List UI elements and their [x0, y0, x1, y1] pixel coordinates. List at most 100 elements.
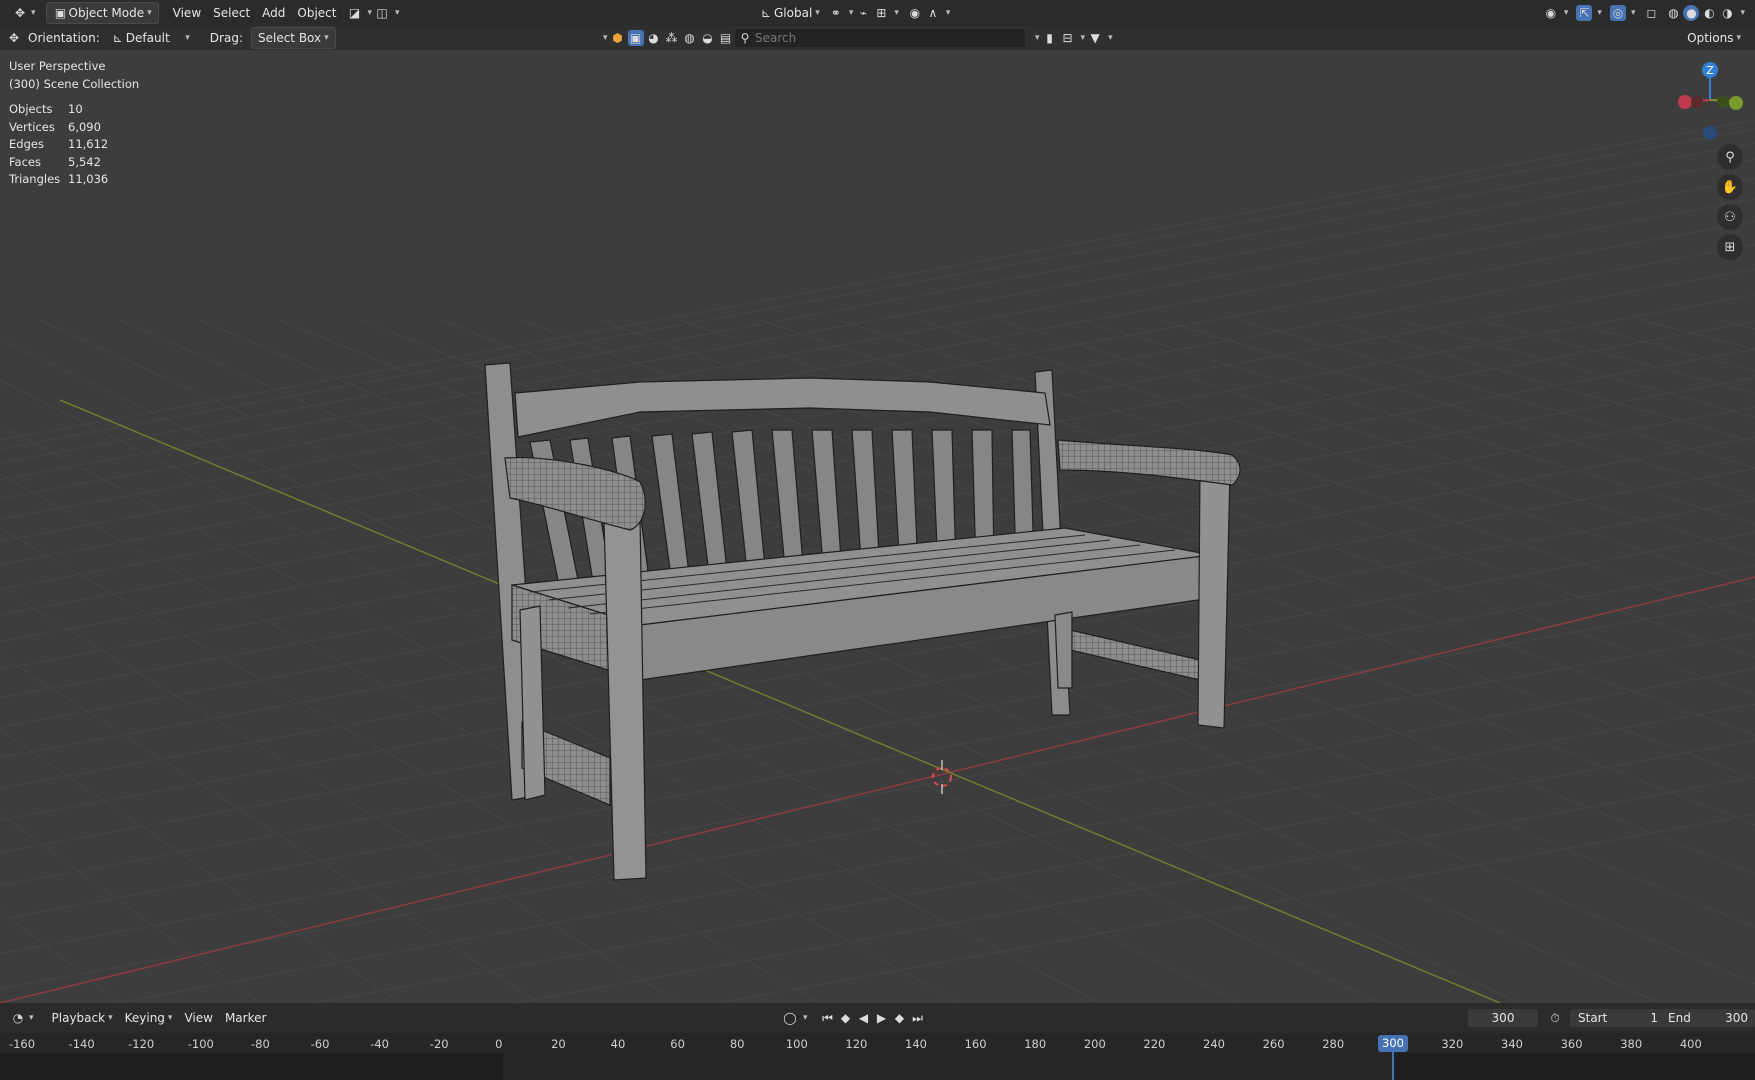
search-options-icon[interactable]: ▾ — [1035, 33, 1040, 43]
viewport-info-overlay: User Perspective (300) Scene Collection … — [9, 58, 139, 189]
xray-icon[interactable]: ◻ — [1643, 5, 1659, 21]
current-frame-field[interactable]: 300 — [1468, 1009, 1538, 1027]
grid-projection-icon[interactable]: ⊞ — [1717, 234, 1743, 260]
mode-dropdown[interactable]: ▣ Object Mode ▾ — [45, 2, 159, 24]
bookmark-icon[interactable]: ▮ — [1042, 30, 1058, 46]
transform-tool-icon[interactable]: ✥ — [6, 30, 22, 46]
stopwatch-icon[interactable]: ⏱ — [1547, 1010, 1563, 1026]
menu-object[interactable]: Object — [291, 3, 342, 23]
neg-z-handle[interactable] — [1703, 126, 1717, 140]
options-dropdown[interactable]: Options ▾ — [1681, 28, 1747, 48]
gizmo-toggle-icon[interactable]: ⇱ — [1576, 5, 1593, 21]
proportional-edit-icon[interactable]: ◉ — [907, 5, 923, 21]
world-icon[interactable]: ◍ — [682, 30, 698, 46]
playhead-line[interactable] — [1392, 1050, 1394, 1080]
menu-add[interactable]: Add — [256, 3, 291, 23]
orientation-axes-icon: ⊾ — [760, 6, 772, 20]
particles-icon[interactable]: ⁂ — [664, 30, 680, 46]
stat-row: Vertices 6,090 — [9, 119, 139, 137]
stat-label: Faces — [9, 154, 41, 169]
start-value: 1 — [1650, 1011, 1658, 1025]
ruler-tick-label: -160 — [8, 1037, 36, 1051]
scene-statistics: Objects 10 Vertices 6,090 Edges 11,612 Faces 5,… — [9, 101, 139, 189]
mirror-icon[interactable]: ◫ — [374, 5, 390, 21]
end-value: 300 — [1725, 1011, 1748, 1025]
search-field[interactable]: ⚲ — [735, 29, 1025, 47]
overlays-icon[interactable]: ◎ — [1609, 5, 1626, 21]
ruler-tick-label: 40 — [610, 1037, 626, 1051]
viewport-canvas[interactable] — [0, 50, 1755, 1003]
menu-playback[interactable]: Playback ▾ — [46, 1008, 119, 1028]
orientation-value: Default — [125, 31, 170, 45]
camera-icon[interactable]: ⚇ — [1717, 204, 1743, 230]
solid-shading-icon[interactable]: ● — [1683, 5, 1700, 21]
clock-editor-icon[interactable]: ◔ — [10, 1010, 26, 1026]
render-layer-icon[interactable]: ▤ — [718, 30, 734, 46]
ruler-tick-label: -140 — [68, 1037, 95, 1051]
ruler-tick-label: 280 — [1322, 1037, 1345, 1051]
menu-view[interactable]: View — [167, 3, 207, 23]
x-axis-handle[interactable] — [1678, 95, 1692, 109]
zoom-icon[interactable]: ⚲ — [1717, 144, 1743, 170]
stat-row: Faces 5,542 — [9, 154, 139, 172]
editor-type-button[interactable]: ✥ ▾ — [6, 3, 42, 23]
end-frame-field[interactable]: End 300 — [1660, 1009, 1755, 1027]
object-types-icon[interactable]: ⬢ — [610, 30, 626, 46]
z-axis-label: Z — [1706, 64, 1714, 77]
prev-keyframe-icon[interactable]: ◆ — [838, 1010, 854, 1026]
stat-value: 11,036 — [68, 172, 109, 186]
drag-dropdown[interactable]: Select Box ▾ — [250, 27, 336, 49]
material-shading-icon[interactable]: ◐ — [1701, 5, 1717, 21]
menu-keying[interactable]: Keying ▾ — [119, 1008, 179, 1028]
pan-hand-icon[interactable]: ✋ — [1717, 174, 1743, 200]
filter-icon[interactable]: ▼ — [1087, 30, 1103, 46]
options-label: Options — [1687, 31, 1734, 45]
frame-range-shade — [0, 1053, 503, 1080]
snap-target-icon[interactable]: ⊞ — [873, 5, 889, 21]
navigation-gizmo[interactable]: Z ⚲ ✋ ⚇ ⊞ — [1665, 52, 1755, 272]
jump-end-icon[interactable]: ⏭ — [910, 1010, 926, 1026]
start-frame-field[interactable]: Start 1 — [1570, 1009, 1666, 1027]
stat-value: 11,612 — [68, 137, 109, 151]
orientation-dropdown[interactable]: ⊾ Default ▾ — [104, 28, 196, 48]
falloff-icon[interactable]: ∧ — [925, 5, 941, 21]
scene-icon[interactable]: ◒ — [700, 30, 716, 46]
search-input[interactable] — [753, 30, 1007, 46]
ruler-tick-label: 340 — [1501, 1037, 1523, 1051]
ruler-tick-label: -80 — [250, 1037, 270, 1051]
play-icon[interactable]: ▶ — [874, 1010, 890, 1026]
hierarchy-icon[interactable]: ⊟ — [1060, 30, 1076, 46]
visibility-eye-icon[interactable]: ◉ — [1543, 5, 1559, 21]
y-axis-handle[interactable] — [1729, 96, 1743, 110]
transform-orientation-dropdown[interactable]: ⊾ Global ▾ — [752, 3, 826, 23]
menu-timeline-view[interactable]: View — [178, 1008, 218, 1028]
ruler-tick-label: 320 — [1441, 1037, 1464, 1051]
move-icon: ✥ — [14, 6, 26, 20]
neg-y-handle[interactable] — [1717, 96, 1729, 108]
wireframe-shading-icon[interactable]: ◍ — [1665, 5, 1681, 21]
select-mode-icon[interactable]: ▣ — [627, 30, 644, 46]
bench-mesh[interactable] — [484, 362, 1241, 881]
view-name: User Perspective — [9, 59, 106, 73]
object-mode-icon: ▣ — [54, 6, 67, 20]
neg-x-handle[interactable] — [1691, 96, 1703, 108]
rendered-shading-icon[interactable]: ◑ — [1719, 5, 1735, 21]
menu-marker[interactable]: Marker — [219, 1008, 272, 1028]
playhead-badge[interactable]: 300 — [1378, 1035, 1408, 1052]
menu-select[interactable]: Select — [207, 3, 256, 23]
stat-label: Edges — [9, 137, 44, 151]
current-frame-value: 300 — [1491, 1011, 1515, 1025]
transform-icon[interactable]: ◪ — [347, 5, 363, 21]
shading-sphere-icon[interactable]: ◕ — [646, 30, 662, 46]
filter-collapse-icon[interactable]: ▾ — [603, 33, 608, 43]
axis-gizmo[interactable]: Z — [1665, 52, 1755, 142]
snap-icon[interactable]: ⌁ — [855, 5, 871, 21]
3d-viewport[interactable] — [0, 50, 1755, 1003]
next-keyframe-icon[interactable]: ◆ — [892, 1010, 908, 1026]
play-reverse-icon[interactable]: ◀ — [856, 1010, 872, 1026]
stat-value: 5,542 — [68, 154, 101, 169]
auto-keying-icon[interactable]: ◯ — [782, 1010, 798, 1026]
pivot-icon[interactable]: ⚭ — [828, 5, 844, 21]
jump-start-icon[interactable]: ⏮ — [820, 1010, 836, 1026]
ruler-tick-label: -100 — [187, 1037, 214, 1051]
